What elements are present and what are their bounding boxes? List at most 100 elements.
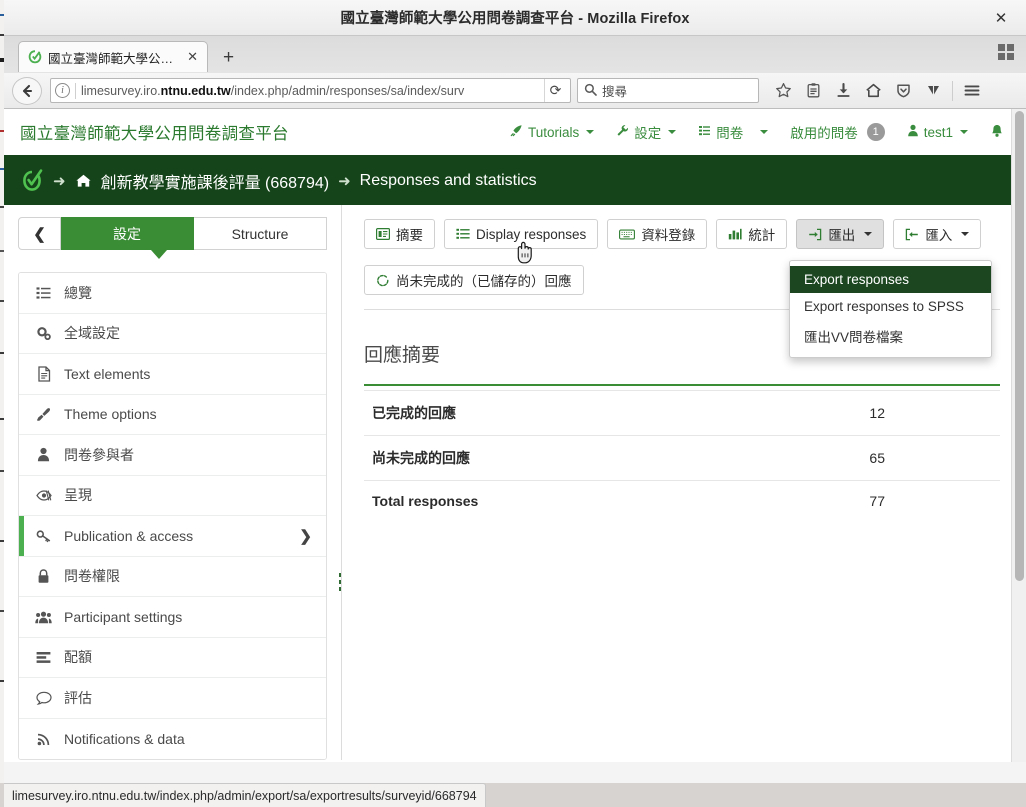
sidebar-item-label: 評估 bbox=[64, 689, 92, 706]
key-icon bbox=[35, 529, 52, 543]
page-scrollbar[interactable] bbox=[1011, 109, 1026, 762]
menu-item-export-responses[interactable]: Export responses bbox=[790, 266, 991, 293]
rss-icon bbox=[35, 732, 52, 746]
window-close-button[interactable]: ✕ bbox=[984, 0, 1018, 36]
browser-tab[interactable]: 國立臺灣師範大學公… ✕ bbox=[18, 41, 208, 72]
sidebar-item-publication-access[interactable]: Publication & access ❯ bbox=[19, 516, 326, 557]
site-info-icon[interactable]: i bbox=[55, 83, 70, 98]
table-row: Total responses 77 bbox=[364, 481, 1000, 522]
nav-item-tutorials[interactable]: Tutorials bbox=[510, 124, 595, 140]
hamburger-menu-icon[interactable] bbox=[958, 78, 986, 104]
chevron-down-icon bbox=[760, 130, 769, 134]
nav-item-active-surveys[interactable]: 啟用的問卷 1 bbox=[790, 122, 885, 142]
list-all-tabs-icon[interactable] bbox=[998, 44, 1016, 62]
page-body: ❮ 設定 Structure 總覽 全域設定 Text elements The… bbox=[4, 205, 1026, 760]
sidebar-item-quotas[interactable]: 配額 bbox=[19, 637, 326, 678]
comment-icon bbox=[35, 691, 52, 705]
browser-tab-title: 國立臺灣師範大學公… bbox=[48, 51, 174, 66]
shield-icon[interactable] bbox=[889, 78, 917, 104]
chevron-down-icon bbox=[960, 130, 968, 134]
toolbar-button-summary[interactable]: 摘要 bbox=[364, 219, 435, 249]
row-label: 已完成的回應 bbox=[364, 390, 840, 436]
paintbrush-icon bbox=[35, 407, 52, 422]
tab-structure[interactable]: Structure bbox=[194, 217, 327, 250]
sidebar-item-overview[interactable]: 總覽 bbox=[19, 273, 326, 314]
nav-item-label: 問卷 bbox=[716, 126, 744, 141]
nav-item-surveys[interactable]: 問卷 bbox=[698, 122, 769, 142]
wrench-icon bbox=[616, 124, 629, 140]
list-icon bbox=[35, 286, 52, 300]
table-row: 已完成的回應 12 bbox=[364, 390, 1000, 436]
star-icon[interactable] bbox=[769, 78, 797, 104]
limesurvey-favicon-icon bbox=[28, 50, 42, 64]
app-brand-title[interactable]: 國立臺灣師範大學公用問卷調查平台 bbox=[20, 120, 289, 144]
menu-item-export-responses-spss[interactable]: Export responses to SPSS bbox=[790, 293, 991, 320]
breadcrumb-survey-link[interactable]: 創新教學實施課後評量 (668794) bbox=[101, 169, 330, 193]
toolbar-button-saved-incomplete-responses[interactable]: 尚未完成的（已儲存的）回應 bbox=[364, 265, 584, 295]
chevron-down-icon bbox=[961, 232, 970, 236]
firefox-window: 國立臺灣師範大學公用問卷調查平台 - Mozilla Firefox ✕ 國立臺… bbox=[4, 0, 1026, 807]
sidebar-item-participant-settings[interactable]: Participant settings bbox=[19, 597, 326, 638]
toolbar-button-display-responses[interactable]: Display responses bbox=[444, 219, 599, 249]
nav-item-label: 設定 bbox=[634, 126, 662, 141]
nav-item-settings[interactable]: 設定 bbox=[616, 122, 677, 142]
back-button[interactable] bbox=[12, 76, 42, 105]
home-icon[interactable] bbox=[75, 173, 92, 189]
new-tab-button[interactable]: + bbox=[217, 48, 240, 67]
keyboard-icon bbox=[619, 229, 636, 240]
toolbar-button-export[interactable]: 匯出 bbox=[796, 219, 885, 249]
menu-item-export-vv-survey-file[interactable]: 匯出VV問卷檔案 bbox=[790, 320, 991, 352]
title-underline bbox=[364, 384, 1000, 386]
sidebar-item-label: 配額 bbox=[64, 649, 92, 666]
sidebar-item-survey-participants[interactable]: 問卷參與者 bbox=[19, 435, 326, 476]
main-content: 摘要 Display responses 資料登錄 統計 匯出 匯入 尚未完成的… bbox=[342, 205, 1026, 760]
toolbar-button-data-entry[interactable]: 資料登錄 bbox=[607, 219, 708, 249]
library-icon[interactable] bbox=[799, 78, 827, 104]
tab-strip: 國立臺灣師範大學公… ✕ + bbox=[4, 36, 1026, 73]
chevron-down-icon bbox=[864, 232, 873, 236]
pocket-icon[interactable] bbox=[919, 78, 947, 104]
sidebar-item-notifications-data[interactable]: Notifications & data bbox=[19, 718, 326, 759]
nav-item-label: test1 bbox=[923, 124, 953, 140]
user-icon bbox=[35, 447, 52, 462]
toolbar-button-import[interactable]: 匯入 bbox=[893, 219, 982, 249]
limesurvey-logo-icon[interactable] bbox=[20, 168, 44, 194]
sidebar-item-theme-options[interactable]: Theme options bbox=[19, 394, 326, 435]
breadcrumb-separator-icon: ➜ bbox=[338, 173, 351, 190]
url-bar[interactable]: i limesurvey.iro.ntnu.edu.tw/index.php/a… bbox=[50, 78, 571, 103]
row-value: 65 bbox=[840, 435, 1000, 481]
sidebar-item-text-elements[interactable]: Text elements bbox=[19, 354, 326, 395]
app-navbar: 國立臺灣師範大學公用問卷調查平台 Tutorials 設定 問卷 啟用的問卷 1… bbox=[4, 109, 1026, 157]
browser-toolbar-icons bbox=[769, 78, 986, 104]
response-summary-table: 已完成的回應 12 尚未完成的回應 65 Total responses 77 bbox=[364, 390, 1000, 521]
nav-item-notifications[interactable] bbox=[990, 124, 1004, 141]
active-tab-pointer bbox=[151, 250, 167, 259]
breadcrumb: ➜ 創新教學實施課後評量 (668794) ➜ Responses and st… bbox=[4, 157, 1026, 205]
export-icon bbox=[808, 228, 822, 241]
sidebar-item-global-settings[interactable]: 全域設定 bbox=[19, 313, 326, 354]
sidebar-collapse-button[interactable]: ❮ bbox=[18, 217, 61, 250]
toolbar-button-label: 尚未完成的（已儲存的）回應 bbox=[396, 274, 572, 289]
search-input[interactable]: 搜尋 bbox=[577, 78, 759, 103]
sidebar-item-label: 全域設定 bbox=[64, 325, 120, 342]
toolbar-button-label: 統計 bbox=[748, 228, 776, 243]
scrollbar-thumb[interactable] bbox=[1015, 111, 1024, 581]
nav-item-user[interactable]: test1 bbox=[907, 124, 968, 140]
url-divider bbox=[75, 82, 76, 99]
sidebar-item-presentation[interactable]: 呈現 bbox=[19, 475, 326, 516]
reload-icon[interactable]: ⟳ bbox=[544, 79, 566, 102]
sidebar-menu: 總覽 全域設定 Text elements Theme options 問卷參與… bbox=[18, 272, 327, 760]
home-icon[interactable] bbox=[859, 78, 887, 104]
tab-settings[interactable]: 設定 bbox=[61, 217, 194, 250]
search-icon bbox=[584, 83, 597, 99]
tab-close-icon[interactable]: ✕ bbox=[184, 49, 201, 65]
export-dropdown-menu: Export responses Export responses to SPS… bbox=[789, 260, 992, 358]
toolbar-button-label: 匯入 bbox=[925, 228, 953, 243]
bell-icon bbox=[990, 124, 1004, 141]
toolbar-button-statistics[interactable]: 統計 bbox=[716, 219, 788, 249]
sidebar-item-label: Notifications & data bbox=[64, 730, 185, 747]
sidebar-item-survey-permissions[interactable]: 問卷權限 bbox=[19, 556, 326, 597]
summary-icon bbox=[376, 228, 390, 240]
download-icon[interactable] bbox=[829, 78, 857, 104]
sidebar-item-assessments[interactable]: 評估 bbox=[19, 678, 326, 719]
